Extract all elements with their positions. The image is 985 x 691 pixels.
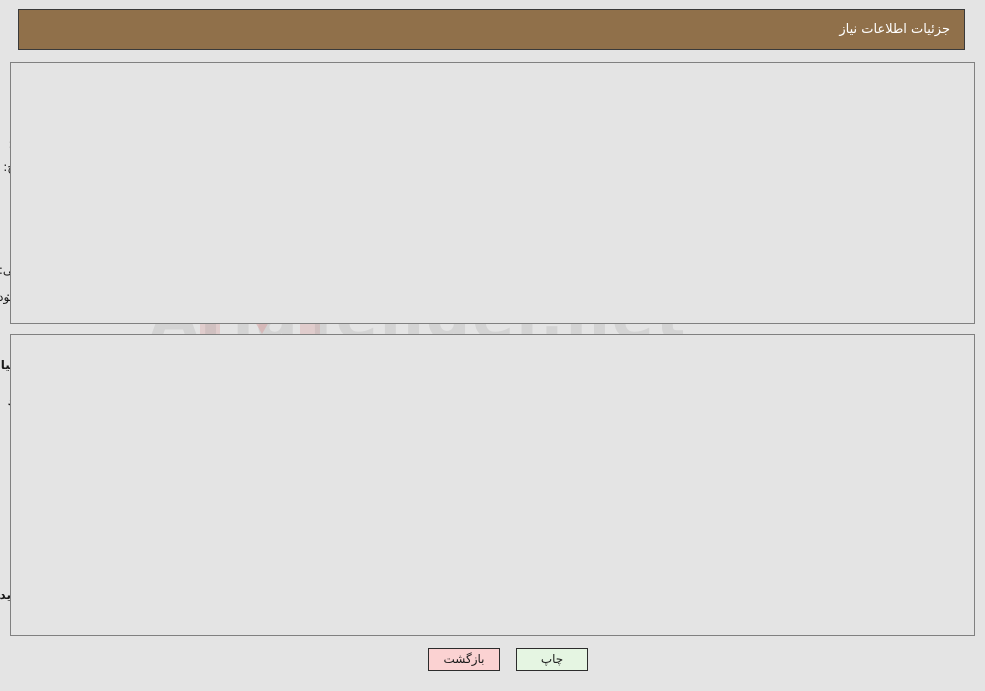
back-button[interactable]: بازگشت — [428, 648, 500, 671]
need-info-panel — [10, 62, 975, 324]
page-title-bar: جزئیات اطلاعات نیاز — [18, 9, 965, 50]
print-button[interactable]: چاپ — [516, 648, 588, 671]
service-details-panel — [10, 334, 975, 636]
page-title: جزئیات اطلاعات نیاز — [839, 22, 950, 37]
